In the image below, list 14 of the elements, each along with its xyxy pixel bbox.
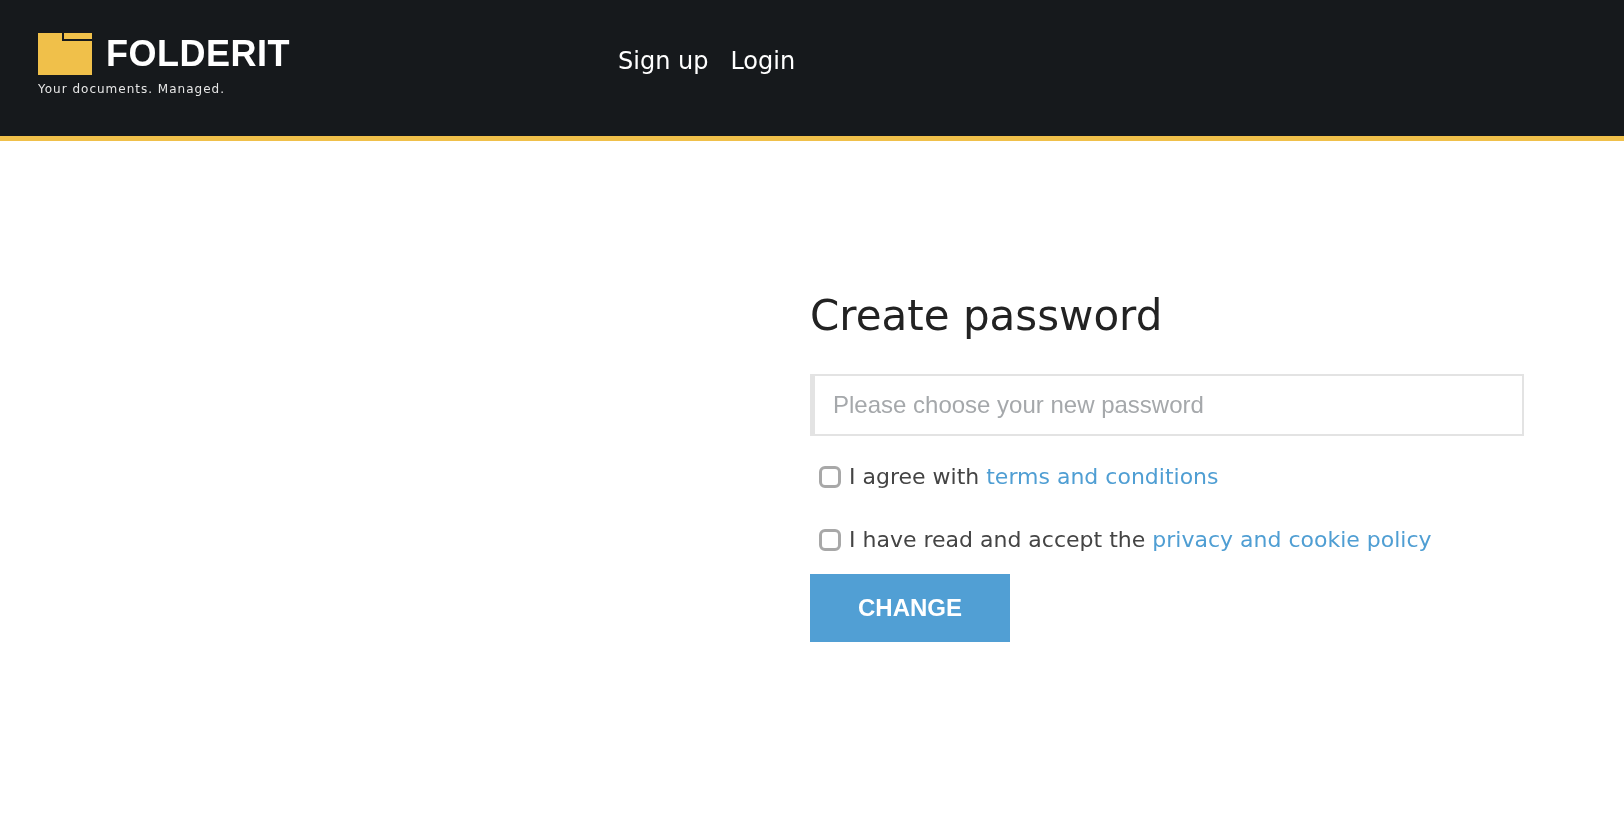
agreement-text: I agree with terms and conditions	[849, 464, 1219, 489]
tagline: Your documents. Managed.	[38, 82, 226, 96]
folder-icon	[38, 33, 92, 75]
nav-link[interactable]: Login	[730, 47, 796, 75]
policy-link[interactable]: privacy and cookie policy	[1152, 527, 1432, 552]
checkbox[interactable]	[819, 528, 841, 551]
checkbox[interactable]	[819, 465, 841, 488]
change-button[interactable]: CHANGE	[810, 574, 1010, 642]
agreement-text: I have read and accept the privacy and cookie policy	[849, 527, 1432, 552]
nav-link[interactable]: Sign up	[618, 47, 709, 75]
logo-name: FOLDERIT	[106, 32, 290, 76]
password-field[interactable]: Please choose your new password	[810, 374, 1524, 436]
page-title: Create password	[810, 291, 1164, 340]
policy-link[interactable]: terms and conditions	[986, 464, 1219, 489]
